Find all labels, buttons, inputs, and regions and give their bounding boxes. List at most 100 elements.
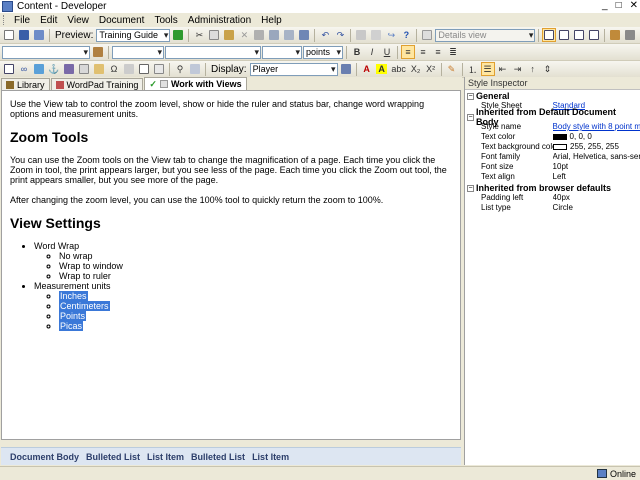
insert-anchor-button[interactable]: ⚓ [47,62,61,76]
italic-button[interactable]: I [365,45,379,59]
insert-box-button[interactable] [137,62,151,76]
bulleted-list-button[interactable]: ☰ [480,62,495,76]
maximize-button[interactable]: □ [616,0,622,11]
layout-full-button[interactable] [587,28,601,42]
paste-button[interactable] [222,28,236,42]
style-name-link[interactable]: Body style with 8 point m... [553,122,640,132]
breadcrumb-item[interactable]: Document Body [10,452,79,462]
menu-document[interactable]: Document [94,15,150,26]
tab-library[interactable]: Library [1,78,50,90]
menu-administration[interactable]: Administration [183,15,256,26]
bold-button[interactable]: B [350,45,364,59]
paste-special-button[interactable] [252,28,266,42]
breadcrumb-item[interactable]: List Item [252,452,289,462]
underline-button[interactable]: U [380,45,394,59]
help-button[interactable]: ? [399,28,413,42]
panel-title: Style Inspector [465,77,640,90]
new-button[interactable] [2,28,16,42]
move-up-button[interactable]: ↑ [526,62,540,76]
delete-button[interactable]: ✕ [237,28,251,42]
link-button[interactable] [354,28,368,42]
group-general[interactable]: − General [465,91,640,101]
style-select[interactable] [2,45,90,59]
save-all-button[interactable] [32,28,46,42]
collapse-icon[interactable]: − [467,113,474,121]
highlight-button[interactable]: A [375,62,389,76]
outdent-button[interactable]: ⇤ [496,62,510,76]
paragraph-select[interactable] [112,45,164,59]
view-icon [422,30,433,40]
breadcrumb-item[interactable]: List Item [147,452,184,462]
eraser-button[interactable]: ✎ [445,62,459,76]
spell-button[interactable] [297,28,311,42]
align-center-button[interactable]: ≡ [416,45,430,59]
unlink-button[interactable] [369,28,383,42]
menu-edit[interactable]: Edit [35,15,62,26]
copy-button[interactable] [207,28,221,42]
minimize-button[interactable]: _ [602,0,608,11]
display-settings-button[interactable] [339,62,353,76]
font-select[interactable] [165,45,261,59]
insert-object-button[interactable] [92,62,106,76]
tab-work-with-views[interactable]: ✓ Work with Views [144,77,247,90]
text-color-button[interactable]: A [360,62,374,76]
indent-button[interactable]: ⇥ [511,62,525,76]
delete-icon: ✕ [240,29,249,40]
insert-link-button[interactable]: ∞ [17,62,31,76]
menu-help[interactable]: Help [256,15,287,26]
preview-select[interactable]: Training Guide [96,28,171,42]
group-browser-defaults[interactable]: − Inherited from browser defaults [465,183,640,193]
menu-file[interactable]: File [9,15,35,26]
font-size-select[interactable] [262,45,302,59]
align-right-button[interactable]: ≡ [431,45,445,59]
insert-form-button[interactable] [152,62,166,76]
show-marks-button[interactable] [188,62,202,76]
strikethrough-button[interactable]: abc [390,62,408,76]
view-select[interactable]: Details view [435,28,536,42]
numbered-list-button[interactable]: ⒈ [466,62,480,76]
collapse-icon[interactable]: − [467,184,474,192]
replace-button[interactable] [282,28,296,42]
display-select[interactable]: Player [249,62,338,76]
move-down-button[interactable]: ⇕ [541,62,555,76]
layout-split-v-button[interactable] [572,28,586,42]
close-button[interactable]: ✕ [630,0,638,11]
unlink-icon [371,30,382,40]
align-left-button[interactable]: ≡ [401,45,415,59]
document-editor[interactable]: Use the View tab to control the zoom lev… [1,90,461,440]
font-unit-select[interactable]: points [303,45,343,59]
insert-image-button[interactable] [32,62,46,76]
undo-button[interactable]: ↶ [318,28,332,42]
tab-wordpad-training[interactable]: WordPad Training [50,78,144,90]
cut-button[interactable]: ✂ [192,28,206,42]
insert-frame-button[interactable] [77,62,91,76]
view-icon-button[interactable] [420,28,434,42]
collapse-icon[interactable]: − [467,92,474,100]
insert-hr-button[interactable] [122,62,136,76]
save-button[interactable] [17,28,31,42]
insert-symbol-button[interactable]: Ω [107,62,121,76]
toolbar-grip[interactable] [3,15,6,25]
subscript-button[interactable]: X₂ [409,62,423,76]
find-button[interactable] [267,28,281,42]
redo-button[interactable]: ↷ [333,28,347,42]
style-edit-button[interactable] [91,45,105,59]
superscript-button[interactable]: X² [424,62,438,76]
redirect-button[interactable]: ↪ [384,28,398,42]
menu-tools[interactable]: Tools [149,15,182,26]
insert-media-button[interactable] [62,62,76,76]
options-button[interactable] [623,28,637,42]
find-next-button[interactable]: ⚲ [173,62,187,76]
insert-table-button[interactable] [2,62,16,76]
align-justify-button[interactable]: ≣ [446,45,460,59]
layout-split-h-button[interactable] [557,28,571,42]
group-default-body[interactable]: − Inherited from Default Document Body [465,107,640,127]
property-name: Style name [481,122,522,131]
layout-single-button[interactable] [542,28,557,42]
menu-view[interactable]: View [62,15,94,26]
title-bar: Content - Developer _ □ ✕ [0,0,640,13]
breadcrumb-item[interactable]: Bulleted List [86,452,140,462]
breadcrumb-item[interactable]: Bulleted List [191,452,245,462]
publish-button[interactable] [608,28,622,42]
preview-go-button[interactable] [171,28,185,42]
